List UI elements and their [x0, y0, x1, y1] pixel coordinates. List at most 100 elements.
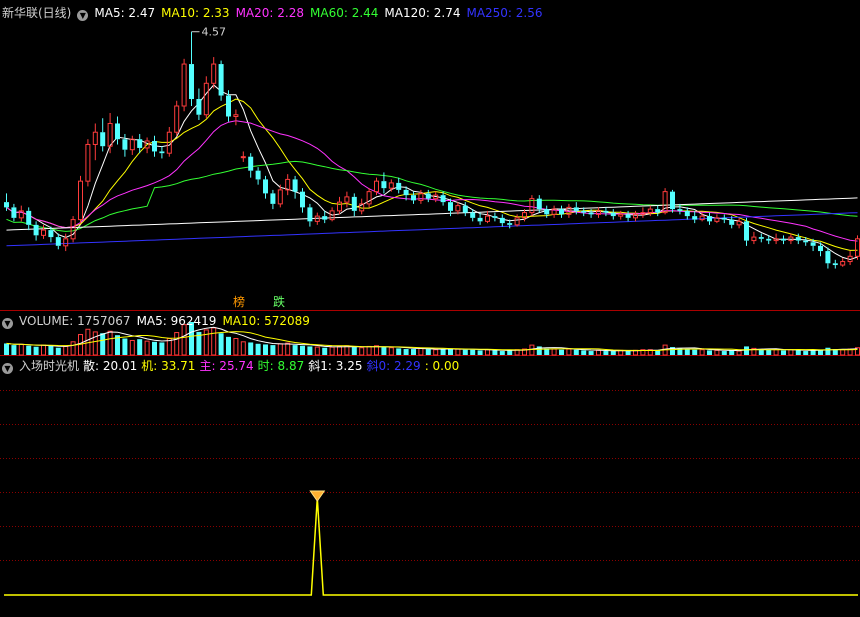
candle [92, 123, 98, 161]
candle-body [625, 214, 631, 218]
volume-bar [248, 342, 254, 355]
candle-body [425, 193, 431, 199]
candle-body [744, 221, 749, 241]
dropdown-icon[interactable]: ▼ [2, 318, 13, 329]
volume-bar [440, 349, 446, 355]
volume-bar [433, 349, 439, 356]
candle [203, 76, 209, 119]
volume-bar [499, 351, 505, 355]
candle-body [196, 99, 202, 115]
indicator-value: 机: 33.71 [141, 359, 196, 373]
volume-bar [477, 350, 483, 355]
ma-label: MA60: 2.44 [310, 6, 379, 20]
candle-body [11, 207, 17, 218]
volume-bar [329, 346, 335, 356]
candle [707, 212, 712, 225]
volume-bar [707, 350, 712, 355]
candle [640, 207, 646, 218]
volume-bar [233, 338, 239, 356]
candle-body [55, 237, 61, 246]
candle-body [381, 181, 387, 189]
high-price-label: 4.57 [202, 26, 227, 39]
volume-bar [596, 349, 601, 356]
volume-bar [226, 336, 231, 355]
candle [129, 135, 135, 155]
candle-body [840, 261, 846, 266]
volume-bar [4, 343, 9, 355]
dropdown-icon[interactable]: ▼ [77, 10, 89, 21]
candle-body [396, 182, 402, 190]
volume-bar [366, 345, 372, 356]
candle [85, 139, 91, 187]
moving-average-lines [6, 84, 858, 261]
volume-bar [507, 350, 513, 355]
candle [78, 175, 83, 224]
candle [26, 207, 32, 231]
indicator-grid [0, 390, 860, 561]
candle-body [26, 210, 32, 225]
candle [115, 116, 120, 145]
volume-bar [122, 338, 128, 355]
volume-label: VOLUME: 1757067 [19, 314, 131, 328]
candle-body [581, 210, 587, 213]
volume-bar [218, 333, 224, 355]
candle-body [603, 210, 609, 213]
indicator-value: 主: 25.74 [199, 359, 254, 373]
candle-body [684, 210, 690, 217]
candle [100, 118, 106, 152]
candle [596, 207, 601, 218]
candle-body [122, 139, 128, 150]
candle-body [388, 182, 394, 189]
ma-line-ma250 [6, 212, 858, 247]
candle-body [832, 263, 838, 266]
candle-body [810, 242, 816, 246]
signal-marker-label: 跌 [273, 294, 285, 309]
volume-bar [714, 349, 720, 356]
volume-bar [455, 348, 461, 356]
candle-body [218, 64, 224, 96]
candle [411, 191, 416, 204]
volume-bar [152, 341, 157, 355]
candle [647, 205, 653, 217]
candle [396, 177, 402, 194]
candle [692, 210, 698, 224]
volume-bar [470, 349, 476, 355]
ma-label: MA10: 2.33 [161, 6, 230, 20]
volume-bar [314, 346, 320, 356]
candle [322, 210, 328, 224]
volume-bar [692, 349, 698, 355]
volume-bar [462, 349, 468, 355]
dropdown-icon[interactable]: ▼ [2, 363, 13, 374]
candle [773, 233, 779, 245]
stock-chart[interactable]: 4.57 榜 跌 [0, 0, 860, 617]
ma-line-ma5 [6, 84, 858, 261]
candle [122, 133, 128, 157]
volume-bar [403, 349, 409, 355]
candle-body [677, 209, 683, 211]
candle [551, 205, 557, 218]
volume-bar [773, 349, 779, 356]
candle-body [610, 212, 616, 217]
candle [33, 221, 39, 241]
indicator-panel-header: ▼ 入场时光机 散: 20.01 机: 33.71 主: 25.74 时: 8.87 斜1:… [2, 358, 463, 374]
candle [174, 100, 180, 136]
candle [218, 60, 224, 101]
candle [492, 212, 498, 222]
volume-bar [100, 333, 106, 355]
volume-bar [144, 340, 150, 356]
candle-body [226, 95, 231, 117]
volume-bar [485, 349, 490, 356]
volume-bar [559, 349, 564, 355]
candle-body [255, 170, 261, 180]
candle-body [63, 238, 69, 247]
volume-bar [181, 324, 187, 356]
volume-bar [551, 348, 557, 356]
volume-bar [795, 350, 801, 355]
candle-body [159, 151, 165, 154]
candles [4, 31, 860, 269]
candle-body [70, 219, 76, 240]
candle-body [403, 189, 409, 196]
candle-body [263, 179, 268, 194]
candle [832, 259, 838, 269]
candle-body [4, 202, 9, 208]
